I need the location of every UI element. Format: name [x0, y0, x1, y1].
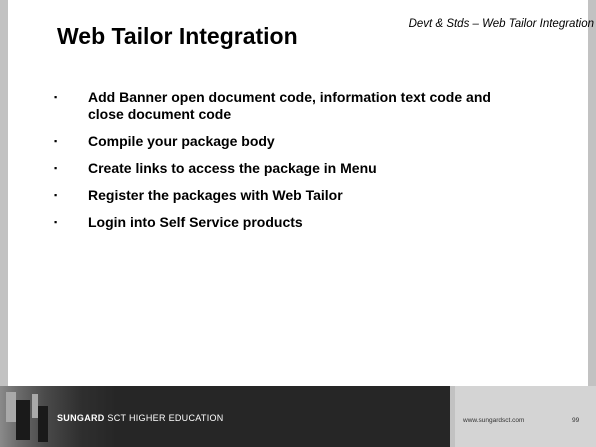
slide-title: Web Tailor Integration	[57, 23, 298, 49]
bullet-text: Register the packages with Web Tailor	[88, 187, 343, 203]
bullet-text: Create links to access the package in Me…	[88, 160, 377, 176]
bullet-item: ▪ Create links to access the package in …	[0, 160, 580, 177]
bullet-item: ▪ Login into Self Service products	[0, 214, 580, 231]
brand-logo: SUNGARD SCT HIGHER EDUCATION	[57, 413, 224, 423]
square-bullet-icon: ▪	[54, 92, 58, 102]
bullet-item: ▪ Compile your package body	[0, 133, 580, 150]
header-note: Devt & Stds – Web Tailor Integration	[408, 18, 594, 30]
square-bullet-icon: ▪	[54, 217, 58, 227]
brand-name: SUNGARD	[57, 413, 105, 423]
chair-silhouette	[16, 400, 30, 440]
bullet-text: Add Banner open document code, informati…	[88, 89, 491, 122]
bullet-list: ▪ Add Banner open document code, informa…	[0, 89, 580, 241]
brand-division: SCT HIGHER EDUCATION	[107, 413, 224, 423]
square-bullet-icon: ▪	[54, 190, 58, 200]
chair-highlight	[6, 392, 16, 422]
chair-silhouette	[38, 406, 48, 442]
bullet-text: Login into Self Service products	[88, 214, 303, 230]
square-bullet-icon: ▪	[54, 136, 58, 146]
bullet-item: ▪ Register the packages with Web Tailor	[0, 187, 580, 204]
slide: Devt & Stds – Web Tailor Integration Web…	[0, 0, 596, 447]
bullet-text: Compile your package body	[88, 133, 275, 149]
footer-url: www.sungardsct.com	[463, 417, 525, 424]
square-bullet-icon: ▪	[54, 163, 58, 173]
page-number: 99	[572, 417, 580, 424]
bullet-item: ▪ Add Banner open document code, informa…	[0, 89, 580, 123]
